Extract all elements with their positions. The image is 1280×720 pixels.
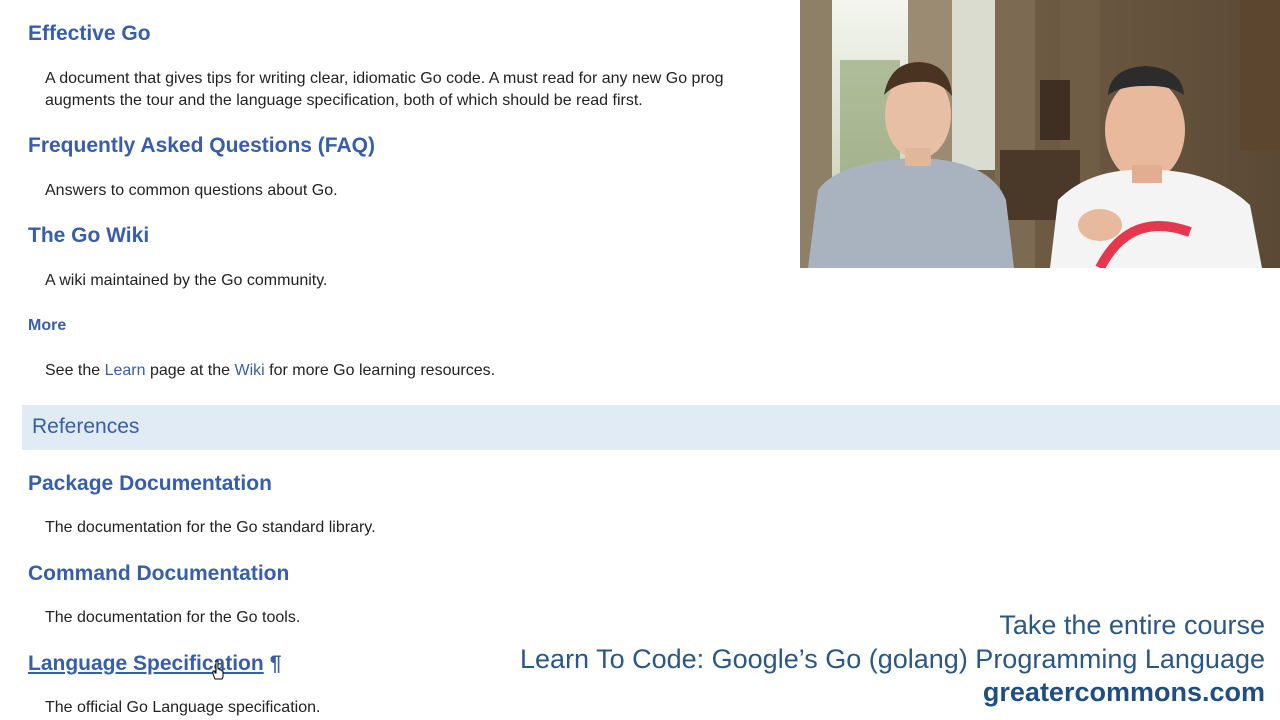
faq-heading[interactable]: Frequently Asked Questions (FAQ) [28,134,375,158]
language-specification-heading-row: Language Specification ¶ [28,652,281,676]
references-section-title: References [32,415,140,438]
effective-go-heading[interactable]: Effective Go [28,22,151,46]
go-docs-page: Effective Go A document that gives tips … [0,0,1280,720]
more-desc: See the Learn page at the Wiki for more … [45,360,495,382]
webcam-video-overlay [800,0,1280,268]
learn-link[interactable]: Learn [105,362,146,379]
promo-website[interactable]: greatercommons.com [983,677,1265,708]
faq-desc: Answers to common questions about Go. [45,182,338,199]
more-heading: More [28,317,67,334]
effective-go-desc-line1: A document that gives tips for writing c… [45,70,724,87]
package-documentation-heading[interactable]: Package Documentation [28,472,272,496]
promo-course-title: Learn To Code: Google’s Go (golang) Prog… [520,644,1265,674]
language-specification-desc: The official Go Language specification. [45,699,321,716]
go-wiki-desc: A wiki maintained by the Go community. [45,272,328,289]
command-documentation-heading[interactable]: Command Documentation [28,562,289,586]
hand-cursor-icon [212,660,224,680]
language-specification-link[interactable]: Language Specification [28,652,264,675]
effective-go-desc-line2: augments the tour and the language speci… [45,92,643,109]
go-wiki-heading[interactable]: The Go Wiki [28,224,149,248]
promo-take-course: Take the entire course [999,610,1265,640]
command-documentation-desc: The documentation for the Go tools. [45,609,301,626]
references-section-header: References [22,405,1280,450]
more-desc-before: See the [45,362,105,379]
package-documentation-desc: The documentation for the Go standard li… [45,519,376,536]
webcam-scene-image [800,0,1280,268]
more-desc-after: for more Go learning resources. [264,362,496,379]
more-desc-middle: page at the [145,362,235,379]
permalink-pilcrow[interactable]: ¶ [270,652,282,675]
wiki-link[interactable]: Wiki [235,362,265,379]
